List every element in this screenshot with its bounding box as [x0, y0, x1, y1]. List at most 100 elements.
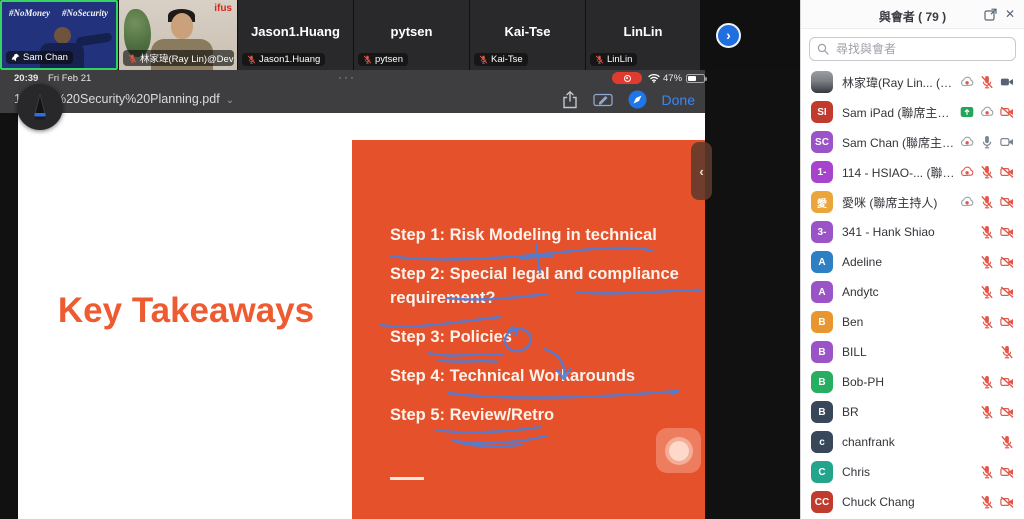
participant-row[interactable]: CC Chuck Chang: [801, 487, 1024, 517]
pen-tool-button[interactable]: [17, 84, 63, 130]
pin-icon: [11, 53, 20, 62]
video-tile-pytsen[interactable]: pytsen pytsen: [354, 0, 469, 70]
participant-row[interactable]: BBob-PH: [801, 367, 1024, 397]
avatar: B: [811, 401, 833, 423]
participant-status-icons: [980, 465, 1014, 479]
video-tile-LinLin[interactable]: LinLinLinLin: [586, 0, 700, 70]
camera-muted-icon: [1000, 495, 1014, 509]
more-participants-button[interactable]: ›: [716, 23, 741, 48]
participant-row[interactable]: 1- 114 - HSIAO-... (聯席主持人): [801, 157, 1024, 187]
participant-row[interactable]: SCSam Chan (聯席主持人): [801, 127, 1024, 157]
ifus-logo: ifus: [214, 3, 232, 14]
avatar: B: [811, 311, 833, 333]
participant-row[interactable]: BBen: [801, 307, 1024, 337]
participant-name: Kai-Tse: [505, 24, 551, 39]
participant-row[interactable]: cchanfrank: [801, 427, 1024, 457]
hashtag-text: #NoSecurity: [62, 8, 108, 18]
slide-step-line: Step 4: Technical Workarounds: [390, 364, 690, 388]
mic-muted-icon: [980, 195, 994, 209]
participant-row[interactable]: BBILL: [801, 337, 1024, 367]
participant-row[interactable]: 林家瑋(Ray Lin... (主持人, 我): [801, 67, 1024, 97]
participant-row[interactable]: CChris: [801, 457, 1024, 487]
participant-row[interactable]: B BR: [801, 397, 1024, 427]
participant-name: Bob-PH: [842, 375, 980, 389]
mic-muted-icon: [980, 255, 994, 269]
share-icon[interactable]: [562, 91, 578, 109]
camera-muted-icon: [1000, 285, 1014, 299]
avatar: c: [811, 431, 833, 453]
search-input[interactable]: [834, 41, 1008, 57]
slide-step: Step 2: Special legal and compliancerequ…: [390, 262, 690, 310]
video-name-label: pytsen: [375, 54, 403, 65]
participant-status-icons: [960, 135, 1014, 149]
participant-name: BR: [842, 405, 980, 419]
participant-name: Jason1.Huang: [251, 24, 340, 39]
mic-muted-icon: [1000, 345, 1014, 359]
hashtag-text: #NoMoney: [9, 8, 50, 18]
compass-icon[interactable]: [628, 90, 647, 109]
participant-name: pytsen: [391, 24, 433, 39]
mic-muted-icon: [980, 165, 994, 179]
camera-muted-icon: [1000, 255, 1014, 269]
mic-muted-icon: [595, 55, 604, 64]
cloud-recording-icon: [960, 165, 974, 179]
mic-muted-icon: [128, 54, 137, 63]
avatar: CC: [811, 491, 833, 513]
close-icon[interactable]: ✕: [1005, 7, 1015, 21]
battery-percent: 47%: [663, 73, 682, 84]
video-tile-林家瑋(Ray Lin)@Dev...[interactable]: ifus林家瑋(Ray Lin)@Dev...: [119, 0, 237, 70]
participants-search: [801, 29, 1024, 67]
participant-row[interactable]: 愛愛咪 (聯席主持人): [801, 187, 1024, 217]
mic-muted-icon: [980, 315, 994, 329]
participant-name: Chuck Chang: [842, 495, 980, 509]
ipad-top-bars: 20:39 Fri Feb 21 ··· 47% 1s...me%20Secur…: [0, 70, 705, 113]
participant-status-icons: [960, 195, 1014, 209]
video-name-tag: LinLin: [590, 53, 637, 66]
mic-muted-icon: [980, 495, 994, 509]
slide-step: Step 1: Risk Modeling in technical: [390, 223, 690, 247]
participant-row[interactable]: AAndytc: [801, 277, 1024, 307]
record-bubble[interactable]: [656, 428, 701, 473]
camera-muted-icon: [1000, 195, 1014, 209]
multitask-dots-icon: ···: [338, 70, 356, 84]
mic-muted-icon: [1000, 435, 1014, 449]
chevron-right-icon: ›: [726, 27, 731, 43]
popout-icon[interactable]: [984, 8, 997, 21]
avatar: 1-: [811, 161, 833, 183]
participant-status-icons: [960, 165, 1014, 179]
camera-muted-icon: [1000, 165, 1014, 179]
camera-muted-icon: [1000, 375, 1014, 389]
participant-status-icons: [1000, 435, 1014, 449]
participant-row[interactable]: SISam iPad (聯席主持人): [801, 97, 1024, 127]
pdf-toolbar: 1s...me%20Security%20Planning.pdf⌄ Done: [0, 86, 705, 113]
participant-row[interactable]: AAdeline: [801, 247, 1024, 277]
camera-muted-icon: [1000, 405, 1014, 419]
video-tile-Jason1.Huang[interactable]: Jason1.HuangJason1.Huang: [238, 0, 353, 70]
video-tile-Kai-Tse[interactable]: Kai-TseKai-Tse: [470, 0, 585, 70]
video-name-tag: Sam Chan: [6, 51, 73, 64]
pen-icon: [29, 92, 51, 122]
participants-list: 林家瑋(Ray Lin... (主持人, 我)SISam iPad (聯席主持人…: [801, 67, 1024, 519]
video-name-label: LinLin: [607, 54, 632, 65]
cloud-recording-icon: [960, 195, 974, 209]
sidebar-handle[interactable]: ‹: [691, 142, 712, 200]
video-tile-Sam Chan[interactable]: #NoMoney #NoSecurity Sam Chan: [0, 0, 118, 70]
slide-step: Step 5: Review/Retro: [390, 403, 690, 427]
participants-panel: 與會者 ( 79 ) ✕ 林家瑋(Ray Lin... (主持人, 我)SISa…: [800, 0, 1024, 519]
chevron-down-icon[interactable]: ⌄: [226, 95, 234, 106]
record-bubble-dot: [669, 441, 689, 461]
pdf-page[interactable]: Key Takeaways Step 1: Risk Modeling in t…: [18, 113, 705, 519]
record-pill-icon[interactable]: [612, 72, 642, 84]
cloud-recording-icon: [980, 105, 994, 119]
participant-name: 114 - HSIAO-... (聯席主持人): [842, 164, 960, 181]
participant-row[interactable]: 3-341 - Hank Shiao: [801, 217, 1024, 247]
chevron-left-icon: ‹: [699, 164, 703, 179]
slide-steps: Step 1: Risk Modeling in technical Step 2…: [390, 223, 690, 442]
avatar: A: [811, 281, 833, 303]
participant-name: BILL: [842, 345, 1000, 359]
video-name-tag: pytsen: [358, 53, 408, 66]
participant-status-icons: [1000, 345, 1014, 359]
participant-status-icons: [960, 105, 1014, 119]
done-button[interactable]: Done: [662, 92, 695, 108]
markup-icon[interactable]: [593, 92, 613, 108]
